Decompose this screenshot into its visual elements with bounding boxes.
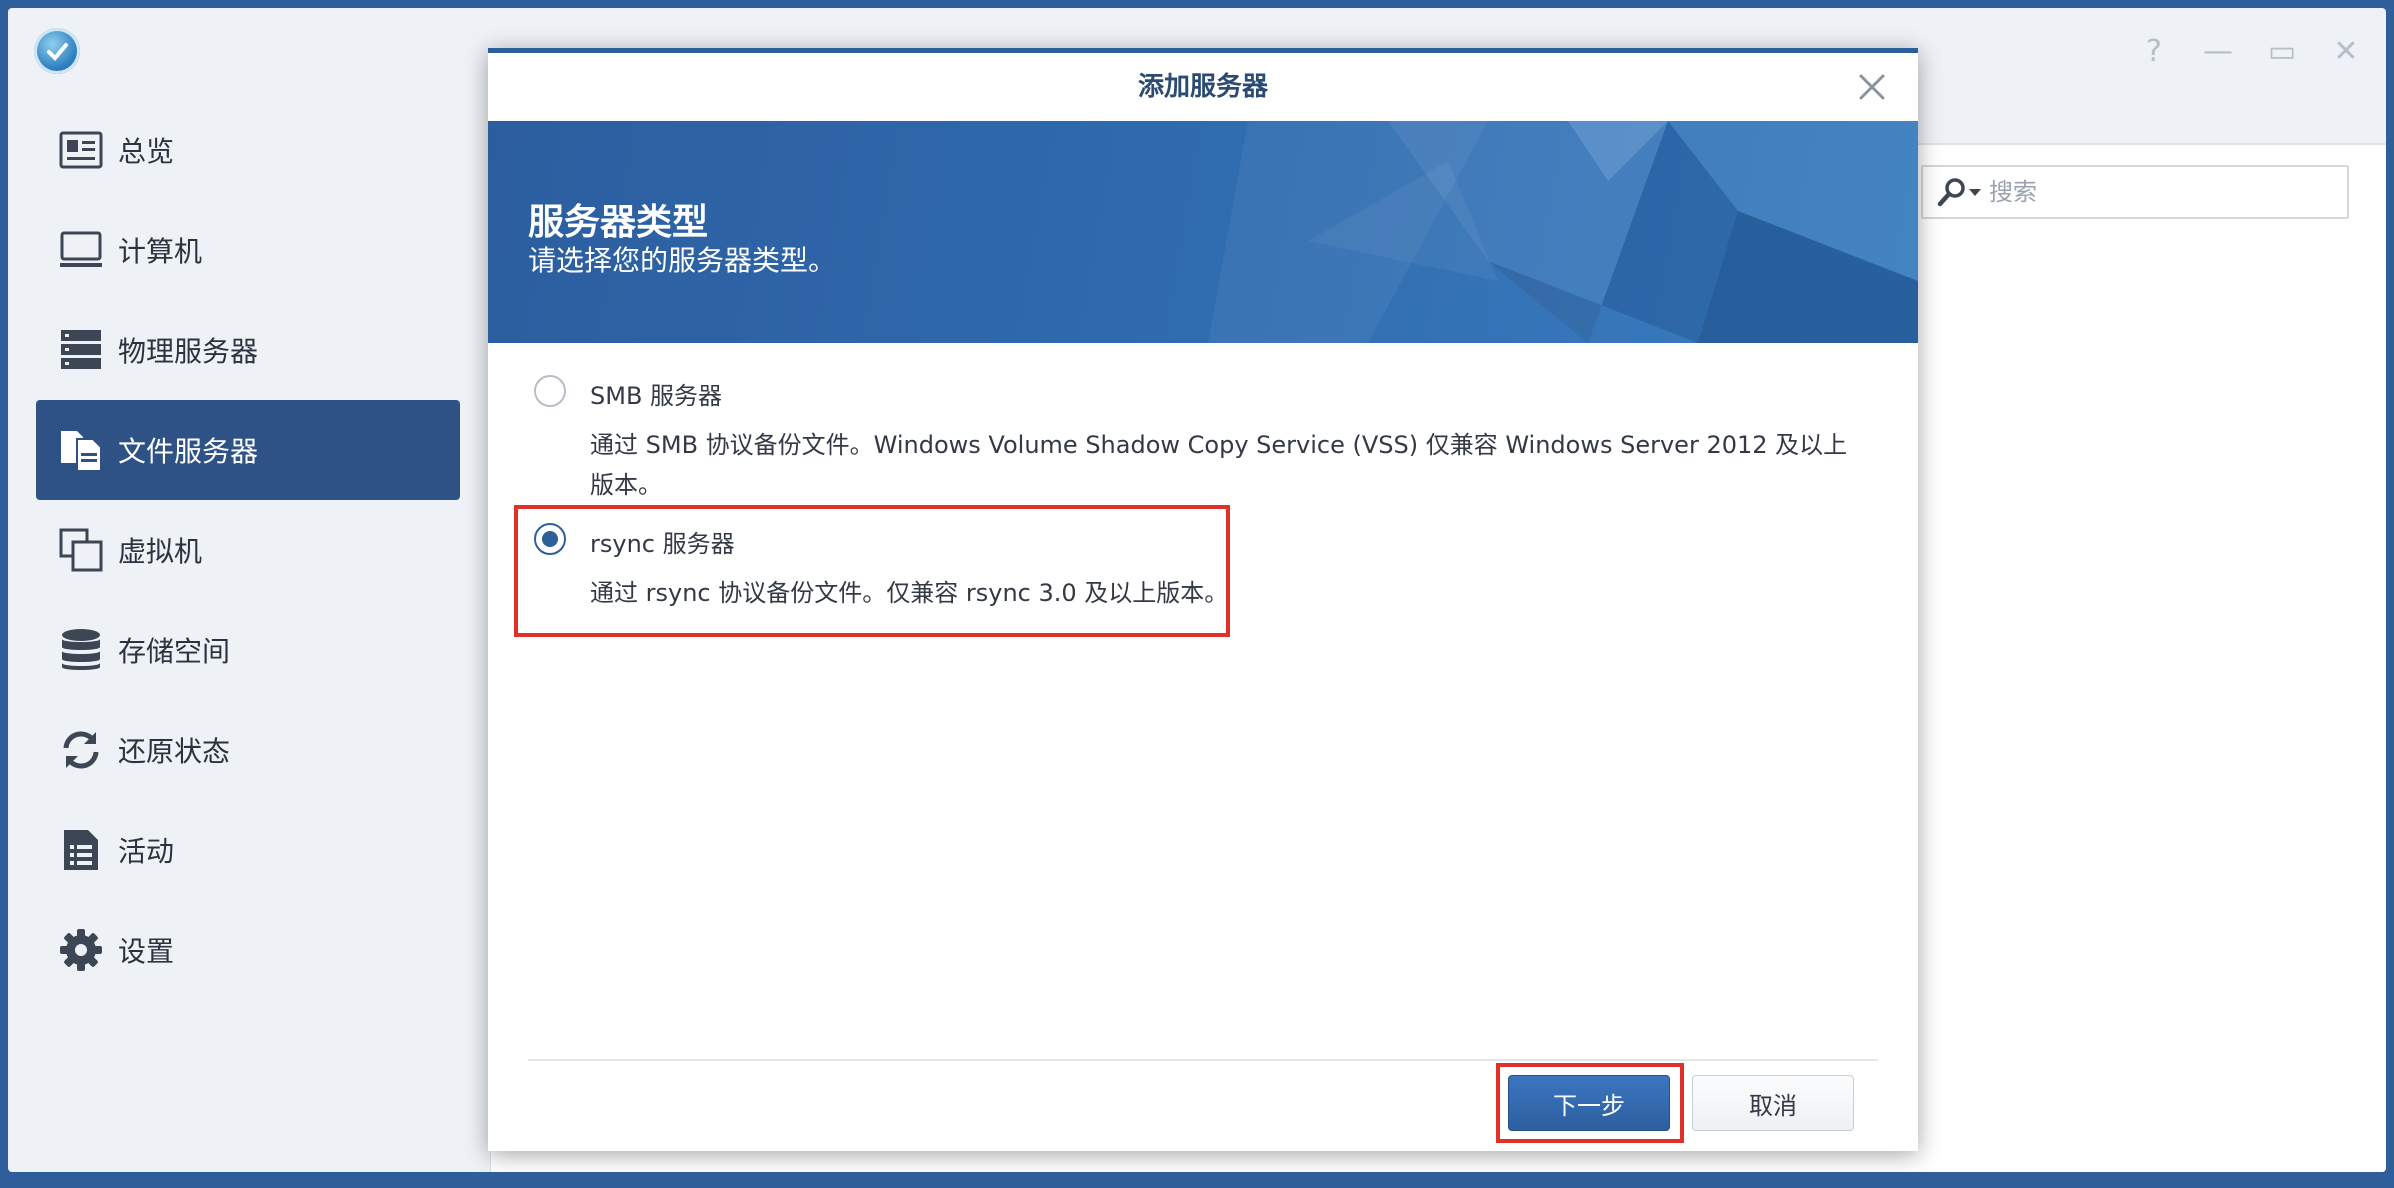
smb-server-description-line2: 版本。: [590, 471, 662, 499]
sidebar-item-file-server[interactable]: 文件服务器: [36, 400, 460, 500]
search-box[interactable]: [1921, 165, 2349, 219]
sidebar-item-label: 总览: [118, 135, 175, 168]
banner-title: 服务器类型: [528, 202, 709, 243]
sidebar-item-label: 存储空间: [118, 635, 231, 668]
sidebar-item-label: 文件服务器: [118, 435, 259, 468]
dialog-footer-divider: [528, 1059, 1878, 1061]
minimize-icon[interactable]: —: [2202, 36, 2234, 68]
dialog-banner: 服务器类型 请选择您的服务器类型。: [488, 121, 1918, 343]
search-options-dropdown-icon[interactable]: [1969, 188, 1981, 196]
restore-arrows-icon: [56, 725, 106, 775]
server-rack-icon: [56, 325, 106, 375]
sidebar-item-settings[interactable]: 设置: [36, 900, 460, 1000]
add-server-dialog: 添加服务器 服务器类型 请选择您的服务器类型。 SMB 服务器 通过 SMB 协…: [488, 48, 1918, 1151]
sidebar-item-storage[interactable]: 存储空间: [36, 600, 460, 700]
close-icon[interactable]: [1856, 71, 1888, 103]
rsync-server-label[interactable]: rsync 服务器: [590, 524, 735, 559]
close-window-icon[interactable]: ✕: [2330, 36, 2362, 68]
help-icon[interactable]: ?: [2138, 36, 2170, 68]
banner-subtitle: 请选择您的服务器类型。: [528, 244, 837, 277]
sidebar-item-physical-server[interactable]: 物理服务器: [36, 300, 460, 400]
sidebar-item-label: 虚拟机: [118, 535, 203, 568]
gear-icon: [56, 925, 106, 975]
search-icon[interactable]: [1937, 177, 1967, 207]
storage-database-icon: [56, 625, 106, 675]
toolbar-divider: [1911, 143, 2386, 145]
dialog-header: 添加服务器: [488, 53, 1918, 122]
sidebar-item-label: 物理服务器: [118, 335, 259, 368]
sidebar-item-activity[interactable]: 活动: [36, 800, 460, 900]
smb-server-label[interactable]: SMB 服务器: [590, 376, 722, 411]
sidebar-item-virtual-machine[interactable]: 虚拟机: [36, 500, 460, 600]
rsync-server-radio[interactable]: [534, 523, 566, 555]
smb-server-description-line1: 通过 SMB 协议备份文件。Windows Volume Shadow Copy…: [590, 431, 1848, 459]
sidebar-item-label: 计算机: [118, 235, 203, 268]
maximize-icon[interactable]: ▭: [2266, 36, 2298, 68]
window-controls: ? — ▭ ✕: [2138, 36, 2362, 68]
dialog-title: 添加服务器: [1137, 72, 1268, 102]
rsync-server-description: 通过 rsync 协议备份文件。仅兼容 rsync 3.0 及以上版本。: [590, 579, 1229, 607]
sidebar: 总览 计算机 物理服务器 文件服务器 虚拟机 存储空间 还原状态 活动 设置: [8, 88, 478, 1172]
sidebar-item-label: 设置: [118, 935, 175, 968]
search-input[interactable]: [1987, 177, 2331, 207]
activity-list-icon: [56, 825, 106, 875]
cancel-button[interactable]: 取消: [1692, 1075, 1854, 1131]
file-server-icon: [56, 425, 106, 475]
smb-server-radio[interactable]: [534, 375, 566, 407]
monitor-icon: [56, 225, 106, 275]
sidebar-item-label: 活动: [118, 835, 175, 868]
sidebar-item-computer[interactable]: 计算机: [36, 200, 460, 300]
sidebar-item-restore-status[interactable]: 还原状态: [36, 700, 460, 800]
virtual-machine-icon: [56, 525, 106, 575]
sidebar-item-overview[interactable]: 总览: [36, 100, 460, 200]
app-window: ? — ▭ ✕ 总览 计算机 物理服务器 文件服务器 虚拟机 存储空间 还原状态…: [8, 8, 2386, 1172]
sidebar-item-label: 还原状态: [118, 735, 231, 768]
active-backup-logo-icon: [34, 28, 80, 74]
overview-card-icon: [56, 125, 106, 175]
next-step-button[interactable]: 下一步: [1508, 1075, 1670, 1131]
